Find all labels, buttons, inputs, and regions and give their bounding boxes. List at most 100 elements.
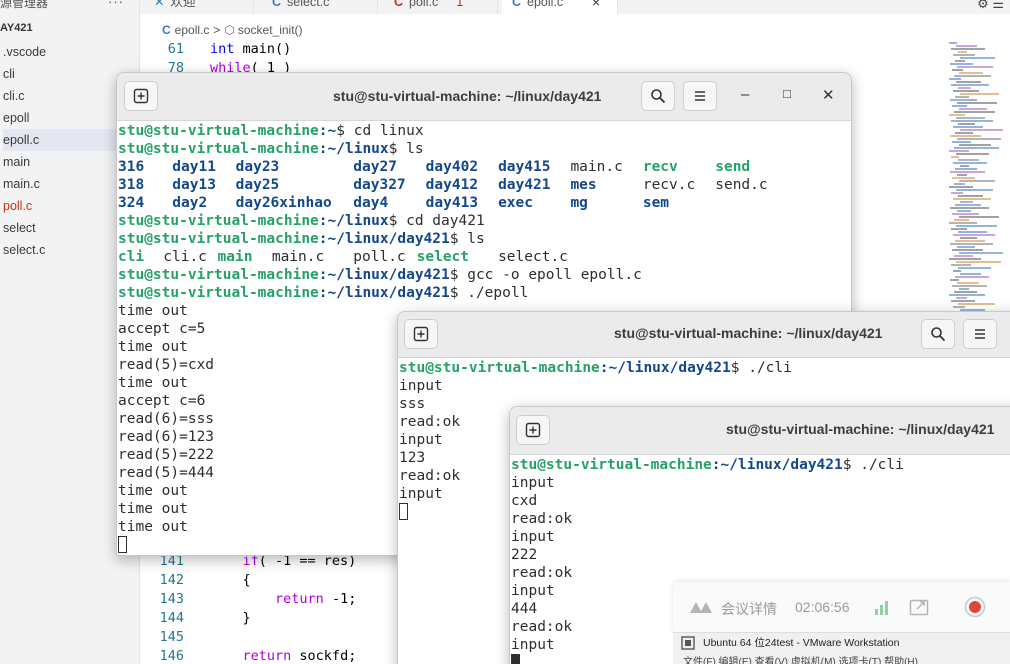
minimap-line <box>955 204 981 206</box>
minimap-line <box>951 228 967 230</box>
minimap-line <box>956 45 977 47</box>
output-text: input <box>511 583 555 599</box>
command-text: $ ls <box>388 141 424 157</box>
prompt-user: stu@stu-virtual-machine <box>118 231 319 247</box>
search-button[interactable] <box>921 319 955 349</box>
prompt-path: :~/linux/day421 <box>318 231 450 247</box>
line-number: 142 <box>159 572 184 588</box>
ls-entry: day421 <box>498 177 551 193</box>
minimap-line <box>950 171 985 173</box>
meeting-details-link[interactable]: 会议详情 <box>721 599 777 619</box>
editor-actions[interactable]: ⚙ ☰ <box>977 0 1004 12</box>
hamburger-icon <box>975 329 985 339</box>
explorer-more-button[interactable]: ··· <box>108 0 124 9</box>
tab-epoll-c[interactable]: Cepoll.c × <box>502 0 618 14</box>
minimap-line <box>951 120 993 122</box>
ls-entry: day4 <box>353 195 389 211</box>
keyword: return <box>275 591 324 607</box>
terminal-title: stu@stu-virtual-machine: ~/linux/day421 <box>333 88 602 104</box>
minimap-line <box>951 156 959 158</box>
search-button[interactable] <box>641 81 675 111</box>
new-tab-icon <box>413 326 429 342</box>
prompt-path: :~/linux <box>318 213 389 229</box>
close-icon[interactable]: × <box>592 0 600 9</box>
output-text: 222 <box>511 547 538 563</box>
ls-entry: day26xinhao <box>235 195 332 211</box>
tab-epoll-label: epoll.c <box>527 0 564 9</box>
code-line[interactable]: 61 int main() <box>140 40 292 59</box>
text-cursor <box>511 654 520 664</box>
menu-button[interactable] <box>683 81 717 111</box>
minimap-line <box>953 162 987 164</box>
output-text: accept c=6 <box>118 393 206 409</box>
record-icon[interactable] <box>964 596 986 618</box>
workspace-folder[interactable]: AY421 <box>0 22 33 34</box>
output-text: time out <box>118 375 188 391</box>
close-button[interactable]: ✕ <box>822 86 835 104</box>
breadcrumb-symbol[interactable]: socket_init() <box>238 23 303 37</box>
ls-entry: sem <box>642 195 670 211</box>
minimize-button[interactable]: – <box>741 86 749 103</box>
code-line[interactable]: 142 { <box>140 571 251 590</box>
new-tab-button[interactable] <box>404 319 438 349</box>
command-text: $ ./epoll <box>449 285 529 301</box>
minimap-line <box>957 138 1001 140</box>
breadcrumb: Cepoll.c > ⬡ socket_init() <box>140 20 940 40</box>
output-text: time out <box>118 519 188 535</box>
minimap-line <box>952 141 971 143</box>
output-text: input <box>511 529 555 545</box>
terminal-line: stu@stu-virtual-machine:~/linux$ ls <box>118 140 788 158</box>
minimap-line <box>957 66 993 68</box>
terminal-header: stu@stu-virtual-machine: ~/linux/day421 <box>398 312 1010 358</box>
c-file-icon: C <box>272 0 282 9</box>
ls-entry: mg <box>570 195 588 211</box>
code-line[interactable]: 143 return -1; <box>140 590 357 609</box>
minimap-line <box>959 288 969 290</box>
tab-poll-c[interactable]: Cpoll.c 1 <box>384 0 498 14</box>
minimap-line <box>960 237 977 239</box>
new-tab-button[interactable] <box>516 415 550 445</box>
ls-entry: day413 <box>425 195 479 211</box>
tab-select-c[interactable]: Cselect.c <box>262 0 378 14</box>
breadcrumb-file[interactable]: epoll.c <box>175 23 210 37</box>
minimap-line <box>959 72 983 74</box>
output-text: read(5)=cxd <box>118 357 215 373</box>
code-line[interactable]: 145 <box>140 628 210 647</box>
code-line[interactable]: 144 } <box>140 609 251 628</box>
vmware-titlebar: Ubuntu 64 位24test - VMware Workstation 文… <box>673 632 1010 664</box>
terminal-header: stu@stu-virtual-machine: ~/linux/day421 <box>510 407 1010 455</box>
terminal-line: stu@stu-virtual-machine:~/linux/day421$ … <box>399 359 792 377</box>
minimap[interactable] <box>946 42 1006 312</box>
minimap-line <box>957 210 971 212</box>
terminal-line: stu@stu-virtual-machine:~/linux/day421$ … <box>118 284 788 302</box>
vmware-menu[interactable]: 文件(F) 编辑(E) 查看(V) 虚拟机(M) 选项卡(T) 帮助(H) <box>683 653 918 664</box>
menu-button[interactable] <box>963 319 997 349</box>
minimap-line <box>958 51 967 53</box>
new-tab-icon <box>133 88 149 104</box>
cube-icon: ⬡ <box>224 23 235 37</box>
output-text: read:ok <box>511 511 573 527</box>
minimap-line <box>960 57 995 59</box>
minimap-line <box>958 231 987 233</box>
line-number: 144 <box>159 610 184 626</box>
minimap-line <box>957 282 979 284</box>
tab-welcome[interactable]: ✕ 欢迎 <box>144 0 254 14</box>
prompt-user: stu@stu-virtual-machine <box>118 213 319 229</box>
output-text: read:ok <box>511 565 573 581</box>
new-tab-button[interactable] <box>124 81 158 111</box>
command-text: $ gcc -o epoll epoll.c <box>449 267 642 283</box>
terminal-title: stu@stu-virtual-machine: ~/linux/day421 <box>726 421 995 437</box>
minimap-line <box>949 42 957 44</box>
ls-entry: day2 <box>172 195 208 211</box>
file-item[interactable]: .vscode <box>3 41 140 63</box>
output-text: 444 <box>511 601 538 617</box>
maximize-button[interactable]: □ <box>783 86 791 101</box>
keyword: return <box>242 648 292 664</box>
share-screen-icon[interactable] <box>909 598 929 616</box>
minimap-line <box>953 126 983 128</box>
minimap-line <box>949 258 981 260</box>
breadcrumb-separator: > <box>213 23 221 37</box>
code-line[interactable]: 146 return sockfd; <box>140 647 357 664</box>
prompt-path: :~/linux/day421 <box>318 267 450 283</box>
code-text: return -1; <box>184 590 356 609</box>
